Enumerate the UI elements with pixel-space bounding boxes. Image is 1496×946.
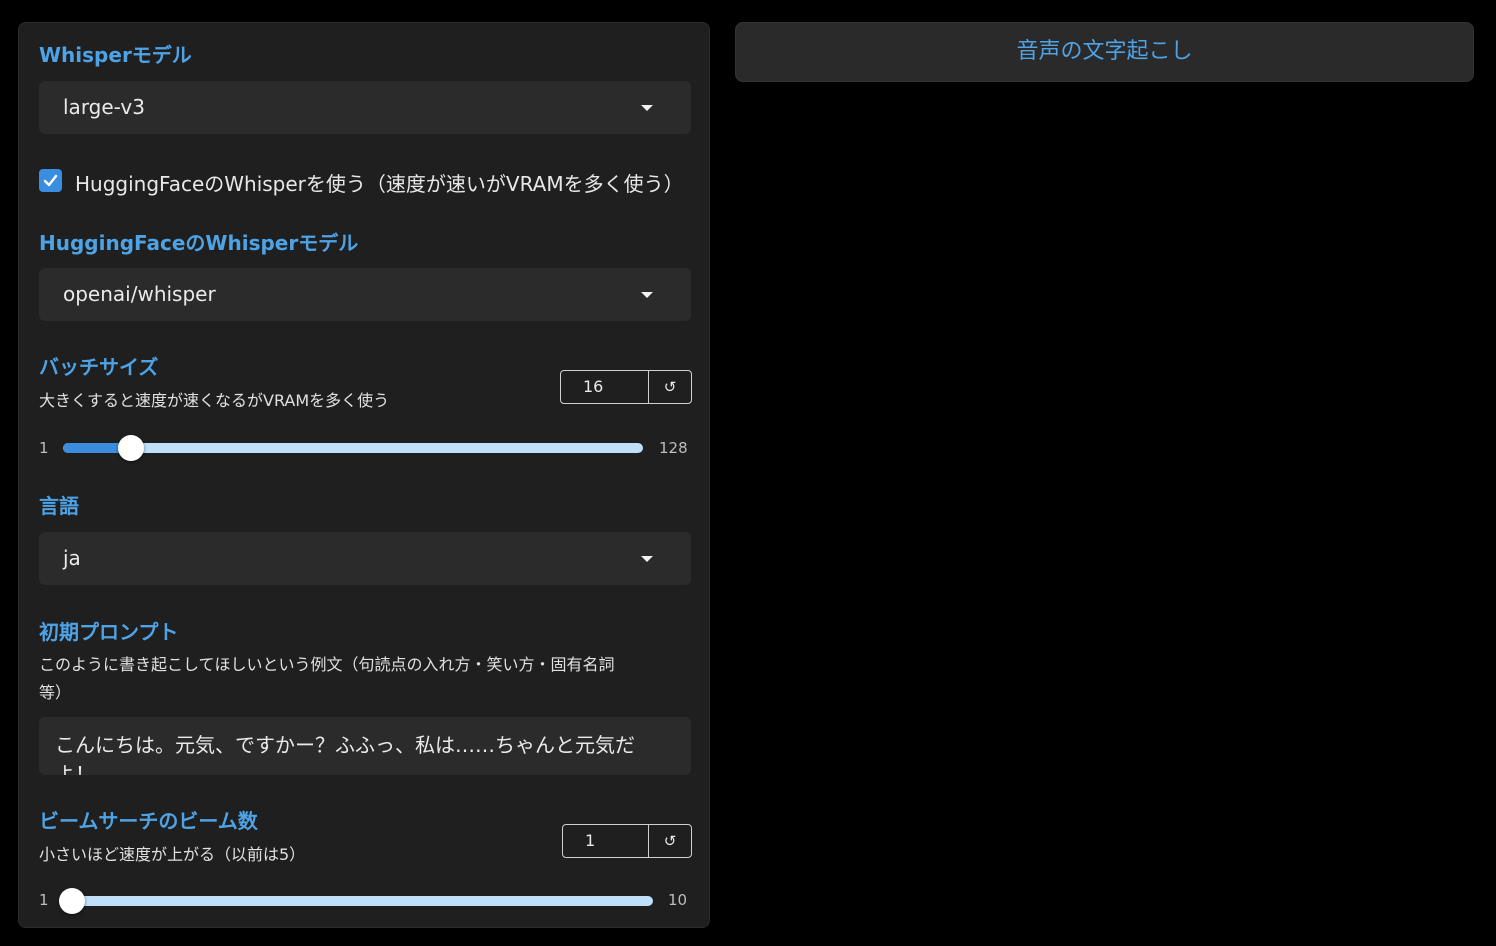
initial-prompt-info-line1: このように書き起こしてほしいという例文（句読点の入れ方・笑い方・固有名詞 [39,655,615,674]
batch-size-slider[interactable] [63,435,643,461]
beam-size-number[interactable]: 1 ↺ [562,824,692,858]
batch-size-input[interactable]: 16 [561,371,649,403]
language-value: ja [63,546,81,570]
chevron-down-icon [641,292,653,298]
whisper-model-value: large-v3 [63,95,145,119]
beam-size-slider[interactable] [59,888,653,914]
beam-size-label: ビームサーチのビーム数 [39,809,258,833]
initial-prompt-label: 初期プロンプト [39,620,179,644]
transcribe-button[interactable]: 音声の文字起こし [735,22,1474,82]
settings-panel: Whisperモデル large-v3 HuggingFaceのWhisperを… [18,22,710,928]
batch-size-min: 1 [39,439,49,457]
hf-model-label: HuggingFaceのWhisperモデル [39,231,359,255]
hf-model-dropdown[interactable]: openai/whisper [39,268,691,321]
beam-size-info: 小さいほど速度が上がる（以前は5） [39,845,306,864]
reset-icon[interactable]: ↺ [649,825,691,857]
check-icon [43,174,58,187]
whisper-model-dropdown[interactable]: large-v3 [39,81,691,134]
batch-size-number[interactable]: 16 ↺ [560,370,692,404]
use-hf-checkbox[interactable] [39,169,62,192]
initial-prompt-text: こんにちは。元気、ですかー？ふふっ、私は……ちゃんと元気だよ！ [55,733,635,775]
language-label: 言語 [39,494,79,518]
whisper-model-label: Whisperモデル [39,43,192,67]
reset-icon[interactable]: ↺ [649,371,691,403]
batch-size-label: バッチサイズ [39,355,159,379]
initial-prompt-textarea[interactable]: こんにちは。元気、ですかー？ふふっ、私は……ちゃんと元気だよ！ [39,717,691,775]
use-hf-label[interactable]: HuggingFaceのWhisperを使う（速度が速いがVRAMを多く使う） [75,168,684,197]
initial-prompt-info-line2: 等） [39,683,72,702]
beam-size-min: 1 [39,891,49,909]
chevron-down-icon [641,556,653,562]
hf-model-value: openai/whisper [63,282,216,306]
beam-size-input[interactable]: 1 [563,825,649,857]
language-dropdown[interactable]: ja [39,532,691,585]
beam-size-slider-thumb[interactable] [59,888,85,914]
batch-size-info: 大きくすると速度が速くなるがVRAMを多く使う [39,391,390,410]
batch-size-max: 128 [659,439,688,457]
chevron-down-icon [641,105,653,111]
batch-size-slider-thumb[interactable] [118,435,145,461]
beam-size-max: 10 [668,891,688,909]
